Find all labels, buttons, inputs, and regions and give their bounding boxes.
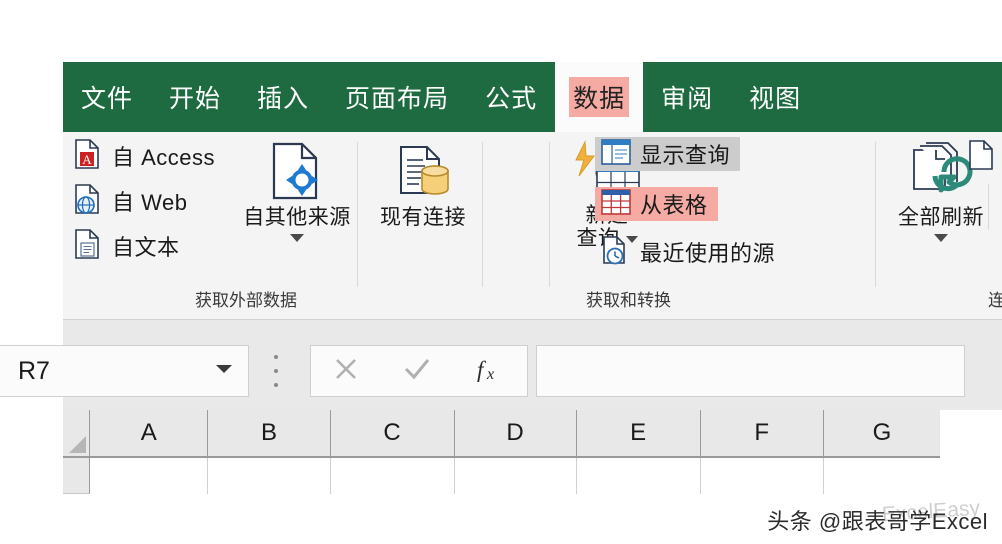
column-header-g[interactable]: G	[824, 410, 940, 456]
tab-label: 文件	[81, 85, 134, 113]
formula-bar-buttons: f x	[310, 345, 528, 397]
svg-text:f: f	[477, 357, 487, 382]
from-access-button[interactable]: A 自 Access	[73, 138, 216, 175]
grid-cell[interactable]	[576, 458, 701, 494]
column-header-e[interactable]: E	[577, 410, 701, 456]
tab-label: 公式	[485, 85, 538, 113]
other-sources-icon	[266, 140, 328, 207]
ribbon-tab-bar: 文件 开始 插入 页面布局 公式 数据 审阅 视图	[63, 62, 1002, 132]
dot	[274, 369, 278, 373]
tab-label: 插入	[257, 85, 310, 113]
from-table-icon	[601, 188, 631, 220]
group-label-connections: 连	[988, 291, 1002, 310]
select-all-corner-icon[interactable]	[63, 410, 91, 456]
existing-connections-label: 现有连接	[380, 206, 466, 229]
group-label-get-external-data: 获取外部数据	[195, 291, 297, 310]
from-other-sources-button[interactable]: 自其他来源	[238, 140, 356, 242]
group-label-get-and-transform: 获取和转换	[586, 291, 671, 310]
chevron-down-icon[interactable]	[934, 233, 948, 242]
from-web-label: 自 Web	[112, 190, 188, 215]
access-file-icon: A	[73, 138, 103, 175]
from-web-button[interactable]: 自 Web	[73, 183, 188, 220]
chevron-down-icon[interactable]	[290, 233, 304, 242]
grid-cell[interactable]	[700, 458, 824, 494]
row-header[interactable]	[63, 458, 91, 494]
tab-data[interactable]: 数据	[555, 62, 644, 132]
show-queries-button[interactable]: 显示查询	[595, 137, 741, 171]
mini-divider	[988, 184, 989, 230]
worksheet-grid	[63, 458, 941, 544]
column-header-row: A B C D E F G	[63, 410, 940, 458]
tab-view[interactable]: 视图	[731, 62, 819, 132]
refresh-all-icon	[908, 142, 974, 207]
name-box-value: R7	[18, 356, 50, 385]
from-text-label: 自文本	[112, 235, 180, 260]
tab-label: 数据	[573, 85, 626, 113]
from-table-label: 从表格	[640, 193, 708, 218]
from-other-sources-label: 自其他来源	[243, 206, 351, 229]
grid-cell[interactable]	[208, 458, 331, 494]
fx-icon[interactable]: f x	[473, 354, 507, 389]
connections-properties-button[interactable]	[966, 139, 996, 176]
column-header-c[interactable]: C	[331, 410, 455, 456]
from-table-button[interactable]: 从表格	[595, 187, 718, 221]
svg-text:A: A	[82, 152, 92, 167]
show-queries-icon	[601, 138, 631, 170]
confirm-check-icon[interactable]	[401, 354, 433, 389]
excel-screenshot: 文件 开始 插入 页面布局 公式 数据 审阅 视图 A 自 Access 自 W…	[0, 0, 1002, 544]
recent-sources-label: 最近使用的源	[640, 241, 776, 266]
text-file-icon	[73, 228, 103, 265]
tab-file[interactable]: 文件	[63, 62, 151, 132]
existing-connections-button[interactable]: 现有连接	[373, 144, 473, 230]
refresh-all-label: 全部刷新	[898, 206, 984, 229]
name-box[interactable]: R7	[0, 345, 249, 397]
column-header-f[interactable]: F	[701, 410, 824, 456]
chevron-down-icon[interactable]	[214, 362, 234, 380]
existing-connection-icon	[393, 144, 453, 207]
formula-bar-drag-handle[interactable]	[272, 355, 280, 387]
from-access-label: 自 Access	[112, 145, 216, 170]
from-text-button[interactable]: 自文本	[73, 228, 180, 265]
ribbon-body: A 自 Access 自 Web 自文本 自其他来源 现有连接 获取外部数据 查…	[63, 132, 1002, 320]
grid-cell[interactable]	[454, 458, 577, 494]
grid-cell[interactable]	[90, 458, 209, 494]
grid-cell[interactable]	[330, 458, 455, 494]
dot	[274, 383, 278, 387]
show-queries-label: 显示查询	[640, 143, 731, 168]
tab-label: 视图	[749, 85, 802, 113]
tab-formulas[interactable]: 公式	[467, 62, 555, 132]
tab-review[interactable]: 审阅	[643, 62, 731, 132]
group-divider	[482, 142, 483, 287]
svg-text:x: x	[486, 366, 494, 383]
grid-right-margin	[940, 410, 1002, 544]
tab-insert[interactable]: 插入	[239, 62, 327, 132]
tab-label: 开始	[169, 85, 222, 113]
tab-label: 页面布局	[345, 85, 450, 113]
connections-document-icon	[966, 139, 996, 176]
dot	[274, 355, 278, 359]
cancel-x-icon[interactable]	[331, 354, 361, 389]
tab-home[interactable]: 开始	[151, 62, 239, 132]
tab-page-layout[interactable]: 页面布局	[327, 62, 467, 132]
grid-cell[interactable]	[823, 458, 941, 494]
recent-sources-icon	[601, 235, 631, 270]
tab-label: 审阅	[661, 85, 714, 113]
column-header-a[interactable]: A	[90, 410, 209, 456]
web-file-icon	[73, 183, 103, 220]
group-divider	[357, 142, 358, 287]
column-header-b[interactable]: B	[208, 410, 331, 456]
formula-input[interactable]	[536, 345, 965, 397]
group-divider	[875, 142, 876, 287]
column-header-d[interactable]: D	[455, 410, 577, 456]
group-divider	[549, 142, 550, 287]
recent-sources-button[interactable]: 最近使用的源	[595, 235, 785, 269]
